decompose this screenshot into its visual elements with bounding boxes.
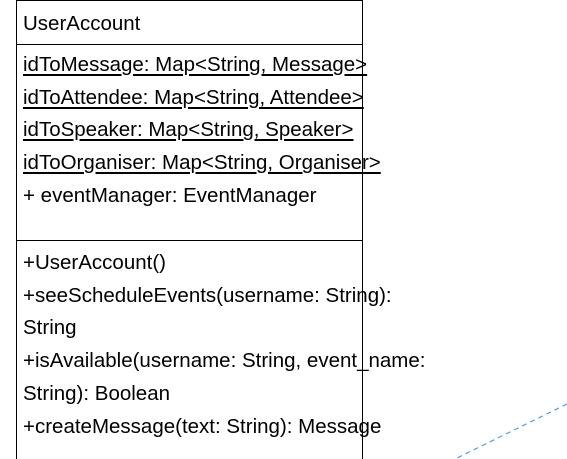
operation-create-message: +createMessage(text: String): Message (23, 414, 382, 438)
attribute-id-to-message: idToMessage: Map<String, Message> (23, 53, 368, 76)
operation-see-schedule-events: +seeScheduleEvents(username: String): (23, 283, 392, 307)
dependency-connector-line (454, 403, 567, 459)
operation-constructor: +UserAccount() (23, 251, 166, 274)
operation-see-schedule-events-return: String (23, 316, 77, 340)
operations-section: +UserAccount() +seeScheduleEvents(userna… (17, 241, 426, 443)
class-name-section: UserAccount (17, 1, 362, 45)
uml-diagram-canvas: UserAccount idToMessage: Map<String, Mes… (0, 0, 567, 459)
attribute-id-to-attendee: idToAttendee: Map<String, Attendee> (23, 85, 364, 109)
operation-is-available: +isAvailable(username: String, event_nam… (23, 349, 426, 373)
attributes-section: idToMessage: Map<String, Message> idToAt… (17, 45, 381, 241)
class-name: UserAccount (23, 12, 141, 35)
attribute-event-manager: + eventManager: EventManager (23, 183, 317, 207)
attribute-id-to-organiser: idToOrganiser: Map<String, Organiser> (23, 151, 381, 175)
operation-is-available-return: String): Boolean (23, 381, 171, 405)
uml-class-box: UserAccount idToMessage: Map<String, Mes… (16, 0, 426, 459)
attribute-id-to-speaker: idToSpeaker: Map<String, Speaker> (23, 118, 354, 142)
